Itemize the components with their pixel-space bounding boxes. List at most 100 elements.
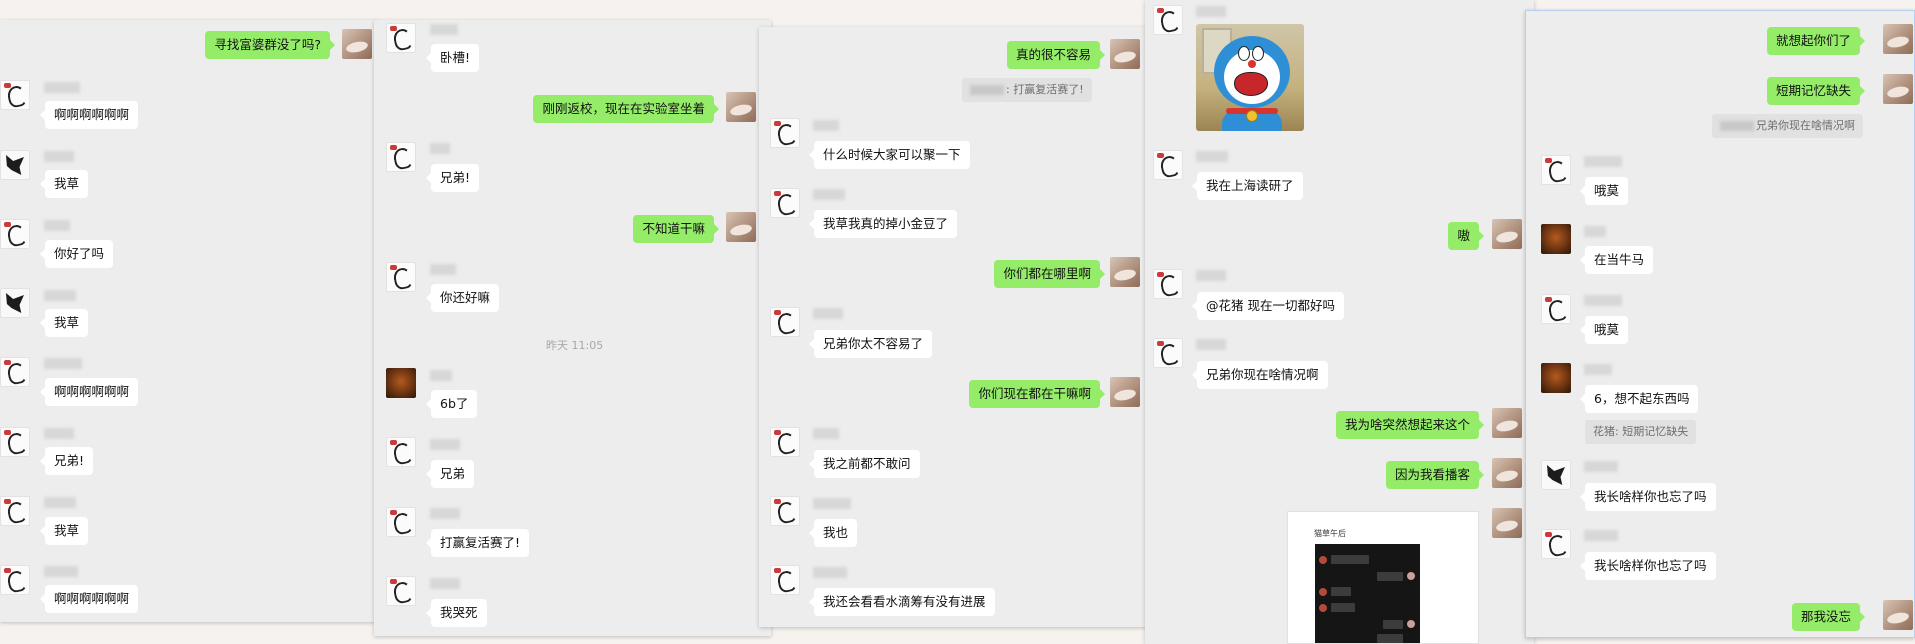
sender-name-blurred [44,220,70,231]
sticker-bell [1246,110,1258,122]
avatar[interactable] [1153,338,1183,368]
message-bubble-in[interactable]: 我哭死 [426,599,487,627]
sender-name-blurred [813,428,839,439]
sender-name-blurred [1584,226,1606,237]
avatar[interactable] [1541,363,1571,393]
message-bubble-in[interactable]: 啊啊啊啊啊啊 [39,585,139,613]
sender-name-blurred [1584,364,1612,375]
avatar[interactable] [1883,600,1913,630]
message-bubble-in[interactable]: 我还会看看水滴筹有没有进展 [809,588,995,616]
avatar[interactable] [726,92,756,122]
avatar[interactable] [1110,39,1140,69]
avatar[interactable] [1541,294,1571,324]
avatar[interactable] [1883,24,1913,54]
message-bubble-out[interactable]: 你们现在都在干嘛啊 [969,380,1105,408]
message-bubble-out[interactable]: 因为我看播客 [1385,461,1485,489]
avatar[interactable] [386,142,416,172]
avatar[interactable] [770,565,800,595]
avatar[interactable] [770,118,800,148]
avatar[interactable] [0,496,30,526]
avatar[interactable] [1541,529,1571,559]
message-bubble-in[interactable]: 在当牛马 [1579,246,1654,274]
message-bubble-out[interactable]: 就想起你们了 [1766,27,1866,55]
message-bubble-in[interactable]: 哦莫 [1579,177,1629,205]
quoted-message[interactable]: 兄弟你现在啥情况啊 [1712,114,1863,138]
message-bubble-out[interactable]: 真的很不容易 [1006,41,1106,69]
avatar[interactable] [1541,460,1571,490]
sender-name-blurred [430,439,460,450]
message-bubble-in[interactable]: 兄弟你现在啥情况啊 [1192,361,1328,389]
avatar[interactable] [770,427,800,457]
avatar[interactable] [0,565,30,595]
message-bubble-in[interactable]: 我长啥样你也忘了吗 [1580,483,1716,511]
avatar[interactable] [386,368,416,398]
shared-image-message[interactable]: 猫草午后 [1287,511,1479,644]
avatar[interactable] [0,219,30,249]
avatar[interactable] [1110,377,1140,407]
message-bubble-in[interactable]: @花猪 现在一切都好吗 [1192,292,1344,320]
message-bubble-out[interactable]: 嗷 [1448,222,1484,250]
message-bubble-in[interactable]: 兄弟你太不容易了 [808,330,933,358]
message-bubble-in[interactable]: 兄弟 [425,460,475,488]
avatar[interactable] [1541,224,1571,254]
message-bubble-in[interactable]: 你还好嘛 [425,284,500,312]
message-bubble-in[interactable]: 我草 [39,309,89,337]
avatar[interactable] [1153,150,1183,180]
quote-sender-blurred [970,85,1004,95]
message-bubble-in[interactable]: 我之前都不敢问 [809,450,920,478]
avatar[interactable] [726,212,756,242]
message-bubble-out[interactable]: 短期记忆缺失 [1766,77,1866,105]
avatar[interactable] [0,288,30,318]
sender-name-blurred [44,428,74,439]
doraemon-crying-sticker[interactable] [1196,24,1304,131]
avatar[interactable] [770,307,800,337]
avatar[interactable] [770,188,800,218]
message-bubble-in[interactable]: 你好了吗 [39,240,114,268]
avatar[interactable] [386,262,416,292]
quoted-message[interactable]: 花猪: 短期记忆缺失 [1585,420,1697,444]
avatar[interactable] [1541,155,1571,185]
message-bubble-out[interactable]: 你们都在哪里啊 [994,260,1105,288]
message-bubble-in[interactable]: 兄弟! [425,164,480,192]
avatar[interactable] [386,23,416,53]
message-bubble-in[interactable]: 我长啥样你也忘了吗 [1580,552,1716,580]
message-bubble-in[interactable]: 什么时候大家可以聚一下 [809,141,970,169]
message-bubble-in[interactable]: 我也 [808,519,858,547]
message-bubble-in[interactable]: 6，想不起东西吗 [1579,385,1699,413]
avatar[interactable] [1492,219,1522,249]
message-bubble-in[interactable]: 打赢复活赛了! [425,529,530,557]
avatar[interactable] [770,496,800,526]
message-bubble-out[interactable]: 不知道干嘛 [633,215,719,243]
avatar[interactable] [1883,74,1913,104]
avatar[interactable] [1153,269,1183,299]
avatar[interactable] [386,437,416,467]
message-bubble-in[interactable]: 哦莫 [1579,316,1629,344]
avatar[interactable] [1492,508,1522,538]
avatar[interactable] [0,80,30,110]
avatar[interactable] [0,427,30,457]
message-bubble-out[interactable]: 那我没忘 [1791,603,1866,631]
message-bubble-out[interactable]: 寻找富婆群没了吗? [205,31,335,59]
avatar[interactable] [1110,257,1140,287]
message-bubble-in[interactable]: 我在上海读研了 [1192,172,1303,200]
avatar[interactable] [1153,5,1183,35]
quote-text: 兄弟你现在啥情况啊 [1756,119,1855,132]
avatar[interactable] [1492,408,1522,438]
message-bubble-in[interactable]: 我草我真的掉小金豆了 [808,210,958,238]
quoted-message[interactable]: : 打赢复活赛了! [962,78,1092,102]
avatar[interactable] [386,507,416,537]
avatar[interactable] [0,150,30,180]
message-bubble-in[interactable]: 兄弟! [39,447,94,475]
message-bubble-in[interactable]: 6b了 [425,390,478,418]
message-bubble-out[interactable]: 刚刚返校，现在在实验室坐着 [533,95,719,123]
avatar[interactable] [0,357,30,387]
message-bubble-in[interactable]: 我草 [39,170,89,198]
avatar[interactable] [386,576,416,606]
avatar[interactable] [342,29,372,59]
message-bubble-in[interactable]: 我草 [39,517,89,545]
message-bubble-in[interactable]: 啊啊啊啊啊啊 [39,101,139,129]
message-bubble-in[interactable]: 啊啊啊啊啊啊 [39,378,139,406]
message-bubble-in[interactable]: 卧槽! [425,44,480,72]
message-bubble-out[interactable]: 我为啥突然想起来这个 [1335,411,1485,439]
avatar[interactable] [1492,458,1522,488]
